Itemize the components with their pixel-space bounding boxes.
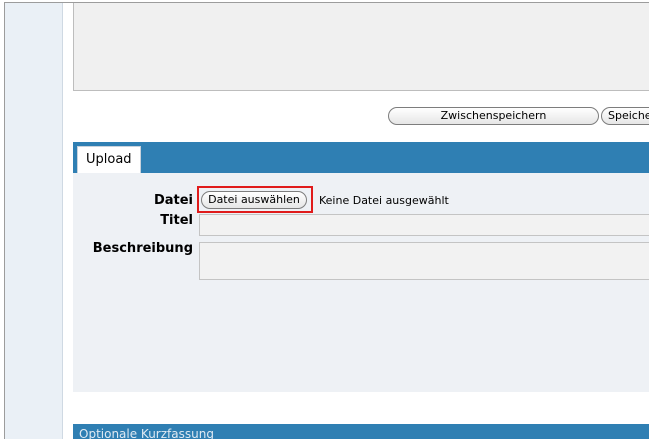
previous-textarea[interactable] — [73, 3, 649, 91]
optional-section-header[interactable]: Optionale Kurzfassung — [73, 424, 649, 439]
upload-panel: Upload Datei Datei auswählen Keine Datei… — [73, 142, 649, 392]
datei-label: Datei — [153, 193, 193, 208]
left-sidebar — [5, 3, 63, 439]
beschreibung-input[interactable] — [199, 242, 649, 280]
main-content: Zwischenspeichern Speichern Upload Datei… — [63, 3, 649, 439]
beschreibung-label: Beschreibung — [92, 241, 193, 256]
zwischenspeichern-button[interactable]: Zwischenspeichern — [388, 107, 599, 125]
optional-section-title: Optionale Kurzfassung — [79, 427, 214, 439]
speichern-button[interactable]: Speichern — [601, 107, 649, 125]
titel-input[interactable] — [199, 214, 649, 236]
tab-upload[interactable]: Upload — [77, 146, 141, 173]
upload-header-bar: Upload — [73, 142, 649, 173]
titel-label: Titel — [160, 213, 193, 228]
highlight-box — [197, 186, 313, 213]
no-file-status: Keine Datei ausgewählt — [319, 194, 449, 207]
